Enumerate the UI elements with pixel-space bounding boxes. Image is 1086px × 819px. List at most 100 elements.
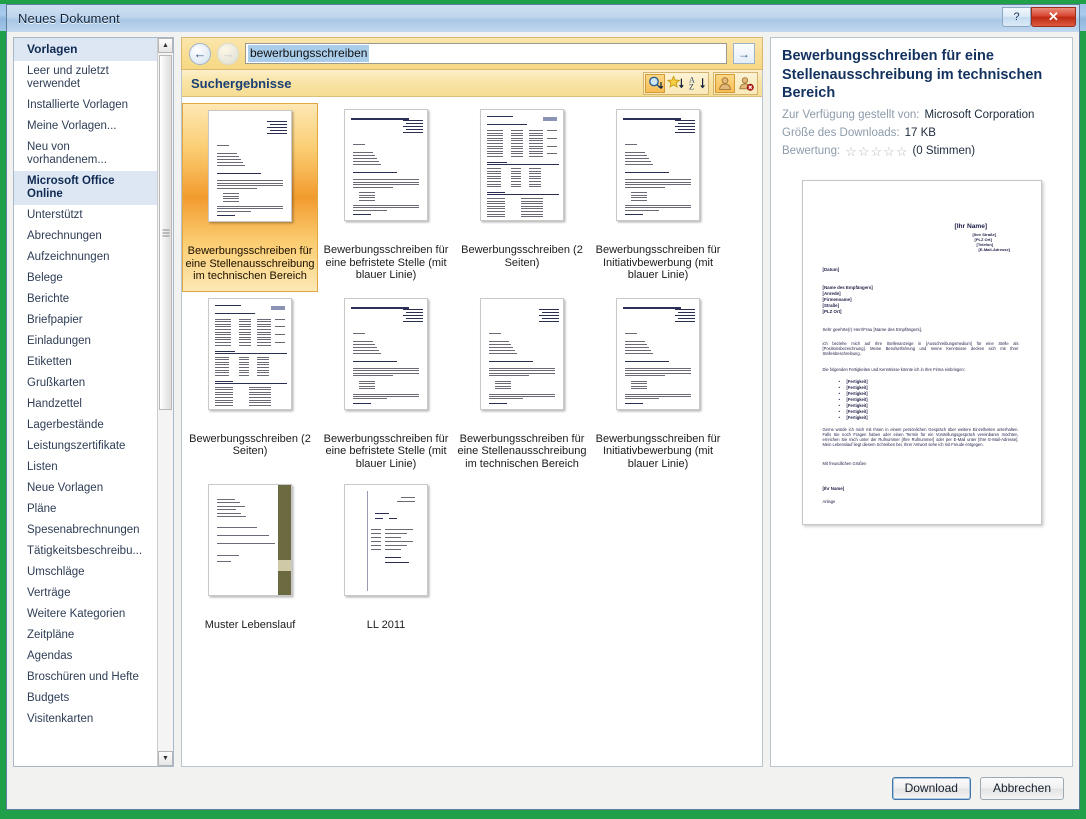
- template-tile[interactable]: Bewerbungsschreiben für eine Stellenauss…: [182, 103, 318, 292]
- rating-star-5-icon[interactable]: ☆: [896, 145, 908, 158]
- main-content-row: Vorlagen Leer und zuletzt verwendet Insta…: [13, 37, 1073, 767]
- sidebar-item-einladungen[interactable]: Einladungen: [14, 331, 157, 352]
- rating-star-3-icon[interactable]: ☆: [871, 145, 883, 158]
- sidebar-item-zeitpläne[interactable]: Zeitpläne: [14, 625, 157, 646]
- sidebar-item-aufzeichnungen[interactable]: Aufzeichnungen: [14, 247, 157, 268]
- thumbnail-line: [529, 137, 543, 139]
- sidebar-item-unterstützt[interactable]: Unterstützt: [14, 205, 157, 226]
- sidebar-item-etiketten[interactable]: Etiketten: [14, 352, 157, 373]
- thumbnail-line: [353, 340, 373, 342]
- thumbnail-line: [542, 311, 559, 313]
- sidebar-item-pläne[interactable]: Pläne: [14, 499, 157, 520]
- hide-provider-icon[interactable]: [736, 74, 756, 93]
- forward-icon[interactable]: →: [217, 42, 239, 65]
- category-list[interactable]: Vorlagen Leer und zuletzt verwendet Insta…: [14, 38, 157, 766]
- thumbnail-line: [529, 145, 543, 147]
- thumbnail-line: [489, 402, 507, 404]
- results-grid[interactable]: Bewerbungsschreiben für eine Stellenauss…: [182, 97, 762, 766]
- thumbnail-line: [353, 372, 419, 374]
- sidebar-item-umschläge[interactable]: Umschläge: [14, 562, 157, 583]
- template-preview[interactable]: [Ihr Name] [Ihre Straße] [PLZ Ort] [Telefon…: [801, 179, 1042, 525]
- sidebar-scrollbar[interactable]: ▲ ▼: [157, 38, 173, 766]
- results-panel: Suchergebnisse A Z Bewerbungsschreiben f…: [181, 70, 763, 767]
- scrollbar-thumb[interactable]: [159, 55, 172, 410]
- sidebar-item-agendas[interactable]: Agendas: [14, 646, 157, 667]
- thumbnail-line: [487, 213, 505, 215]
- thumbnail-line: [521, 205, 543, 207]
- rating-star-2-icon[interactable]: ☆: [858, 145, 870, 158]
- sidebar-item-leistungszertifikate[interactable]: Leistungszertifikate: [14, 436, 157, 457]
- sidebar-item-microsoft-office-online[interactable]: Microsoft Office Online: [14, 171, 157, 205]
- sidebar-item-lagerbestände[interactable]: Lagerbestände: [14, 415, 157, 436]
- sidebar-item-handzettel[interactable]: Handzettel: [14, 394, 157, 415]
- cancel-button[interactable]: Abbrechen: [979, 776, 1064, 800]
- thumbnail-line: [487, 164, 559, 165]
- rating-stars[interactable]: ☆ ☆ ☆ ☆ ☆: [845, 145, 907, 158]
- sidebar-item-verträge[interactable]: Verträge: [14, 583, 157, 604]
- rating-star-1-icon[interactable]: ☆: [845, 145, 857, 158]
- sort-by-rating-icon[interactable]: [666, 74, 686, 93]
- sidebar-item-broschüren-und-hefte[interactable]: Broschüren und Hefte: [14, 667, 157, 688]
- sidebar-item-neu-von-vorhandenem[interactable]: Neu von vorhandenem...: [14, 137, 157, 171]
- help-button[interactable]: ?: [1002, 7, 1031, 27]
- sidebar-item-installierte-vorlagen[interactable]: Installierte Vorlagen: [14, 95, 157, 116]
- template-tile[interactable]: Bewerbungsschreiben für Initiativbewerbu…: [590, 103, 726, 292]
- template-thumbnail: [208, 484, 292, 596]
- template-tile[interactable]: Bewerbungsschreiben (2 Seiten): [454, 103, 590, 292]
- thumbnail-line: [217, 502, 240, 504]
- thumbnail-line: [675, 314, 695, 316]
- sidebar-item-abrechnungen[interactable]: Abrechnungen: [14, 226, 157, 247]
- sidebar-item-weitere-kategorien[interactable]: Weitere Kategorien: [14, 604, 157, 625]
- thumbnail-line: [489, 398, 523, 400]
- thumbnail-line: [511, 148, 523, 150]
- sidebar-item-meine-vorlagen[interactable]: Meine Vorlagen...: [14, 116, 157, 137]
- thumbnail-line: [489, 346, 513, 348]
- thumbnail-line: [625, 398, 659, 400]
- thumbnail-line: [529, 150, 543, 152]
- thumbnail-line: [625, 186, 665, 188]
- thumbnail-line: [215, 318, 231, 320]
- sidebar-item-grußkarten[interactable]: Grußkarten: [14, 373, 157, 394]
- sidebar-item-visitenkarten[interactable]: Visitenkarten: [14, 709, 157, 730]
- sidebar-item-listen[interactable]: Listen: [14, 457, 157, 478]
- sidebar-item-neue-vorlagen[interactable]: Neue Vorlagen: [14, 478, 157, 499]
- sidebar-item-briefpapier[interactable]: Briefpapier: [14, 310, 157, 331]
- search-input[interactable]: bewerbungsschreiben: [245, 43, 727, 64]
- template-tile[interactable]: Bewerbungsschreiben für Initiativbewerbu…: [590, 292, 726, 479]
- sidebar-item-spesenabrechnungen[interactable]: Spesenabrechnungen: [14, 520, 157, 541]
- download-button[interactable]: Download: [891, 776, 971, 800]
- close-button[interactable]: ✕: [1031, 7, 1076, 27]
- thumbnail-line: [625, 179, 691, 180]
- template-tile[interactable]: Bewerbungsschreiben für eine Stellenauss…: [454, 292, 590, 479]
- thumbnail-line: [489, 372, 555, 374]
- sort-alphabetically-icon[interactable]: A Z: [687, 74, 707, 93]
- sort-by-relevance-icon[interactable]: [645, 73, 665, 93]
- sidebar-item-tätigkeitsbeschreibu[interactable]: Tätigkeitsbeschreibu...: [14, 541, 157, 562]
- show-provider-icon[interactable]: [715, 73, 735, 93]
- template-tile[interactable]: Bewerbungsschreiben für eine befristete …: [318, 103, 454, 292]
- thumbnail-line: [487, 194, 559, 195]
- thumbnail-line: [529, 178, 541, 180]
- template-tile[interactable]: LL 2011: [318, 478, 454, 640]
- template-tile[interactable]: Muster Lebenslauf: [182, 478, 318, 640]
- thumbnail-line: [353, 346, 377, 348]
- sidebar-item-belege[interactable]: Belege: [14, 268, 157, 289]
- template-tile[interactable]: Bewerbungsschreiben für eine befristete …: [318, 292, 454, 479]
- template-tile[interactable]: Bewerbungsschreiben (2 Seiten): [182, 292, 318, 479]
- sidebar-item-budgets[interactable]: Budgets: [14, 688, 157, 709]
- scroll-down-icon[interactable]: ▼: [158, 751, 173, 766]
- thumbnail-line: [547, 130, 557, 131]
- sidebar-item-leer-und-zuletzt-verwendet[interactable]: Leer und zuletzt verwendet: [14, 61, 157, 95]
- back-icon[interactable]: ←: [189, 42, 211, 65]
- search-submit-icon[interactable]: →: [733, 43, 755, 64]
- thumbnail-line: [215, 312, 255, 314]
- thumbnail-line: [257, 318, 271, 320]
- template-thumbnail: [480, 109, 564, 221]
- thumbnail-line: [217, 535, 269, 536]
- sidebar-item-berichte[interactable]: Berichte: [14, 289, 157, 310]
- rating-star-4-icon[interactable]: ☆: [883, 145, 895, 158]
- search-input-value[interactable]: bewerbungsschreiben: [248, 45, 370, 62]
- thumbnail-line: [625, 144, 637, 145]
- thumbnail-line: [487, 203, 505, 205]
- scroll-up-icon[interactable]: ▲: [158, 38, 173, 53]
